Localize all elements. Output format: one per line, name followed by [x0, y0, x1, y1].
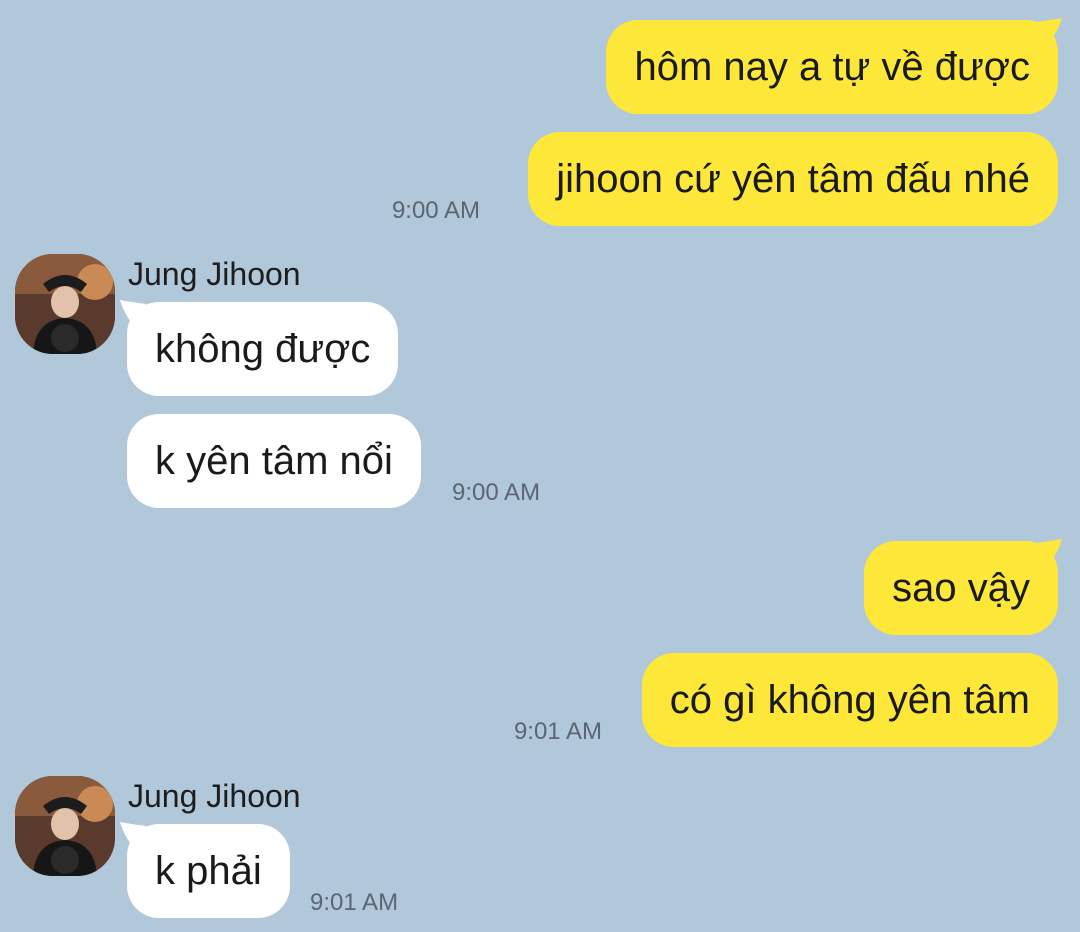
message-timestamp: 9:01 AM — [513, 718, 602, 745]
bubble-tail-icon — [1036, 539, 1062, 565]
message-bubble-incoming[interactable]: không được — [127, 302, 399, 396]
sender-name: Jung Jihoon — [128, 778, 301, 814]
message-bubble-outgoing[interactable]: có gì không yên tâm — [641, 653, 1058, 747]
profile-photo-icon — [15, 776, 115, 876]
message-bubble-outgoing[interactable]: hôm nay a tự về được — [606, 20, 1058, 114]
bubble-tail-icon — [1036, 18, 1062, 44]
message-timestamp: 9:00 AM — [391, 197, 480, 224]
message-timestamp: 9:00 AM — [452, 479, 541, 506]
message-bubble-incoming[interactable]: k yên tâm nổi — [127, 414, 421, 508]
sender-avatar[interactable] — [15, 776, 115, 876]
sender-avatar[interactable] — [15, 254, 115, 354]
message-bubble-incoming[interactable]: k phải — [127, 824, 290, 918]
message-bubble-outgoing[interactable]: jihoon cứ yên tâm đấu nhé — [528, 132, 1058, 226]
profile-photo-icon — [15, 254, 115, 354]
message-bubble-outgoing[interactable]: sao vậy — [864, 541, 1058, 635]
message-timestamp: 9:01 AM — [310, 889, 399, 916]
sender-name: Jung Jihoon — [128, 256, 301, 292]
